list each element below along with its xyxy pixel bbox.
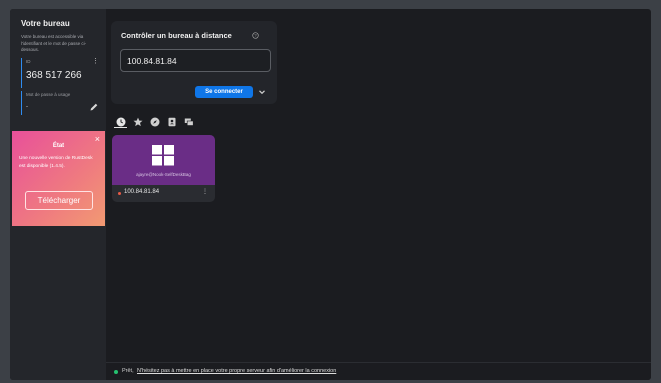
help-icon[interactable]: ? (252, 32, 259, 39)
status-text: Prêt, (122, 368, 134, 374)
notice-text: Une nouvelle version de RustDesk est dis… (19, 156, 93, 169)
recent-sessions-tab[interactable] (114, 115, 127, 128)
star-icon (133, 117, 142, 126)
compass-icon (150, 117, 159, 126)
self-host-server-link[interactable]: N'hésitez pas à mettre en place votre pr… (137, 368, 336, 374)
download-button[interactable]: Télécharger (25, 191, 93, 210)
id-value[interactable]: 368 517 266 (26, 70, 82, 81)
id-label: ID (26, 59, 31, 64)
remote-id-input[interactable] (120, 49, 271, 72)
peer-menu-button[interactable]: ⋮ (202, 188, 208, 195)
notice-title: État (52, 143, 65, 149)
rustdesk-window: Votre bureau Votre bureau est accessible… (10, 9, 651, 380)
address-book-tab[interactable] (165, 115, 178, 128)
windows-icon (152, 145, 174, 166)
peer-thumbnail[interactable]: ajayre@Nook-SelfDeskBag (112, 135, 215, 185)
remote-control-title: Contrôler un bureau à distance (121, 31, 232, 40)
update-notice: × État Une nouvelle version de RustDesk … (12, 131, 105, 226)
chevron-down-icon[interactable] (257, 87, 267, 97)
favorites-tab[interactable] (131, 115, 144, 128)
peer-username: ajayre@Nook-SelfDeskBag (136, 172, 191, 177)
password-label: Mot de passe à usage (26, 92, 71, 97)
address-book-icon (168, 117, 175, 126)
id-section: ID ⋮ 368 517 266 (21, 58, 99, 88)
sidebar-title: Votre bureau (21, 19, 70, 28)
peer-card[interactable]: ajayre@Nook-SelfDeskBag 100.84.81.84 ⋮ (112, 135, 215, 202)
password-section: Mot de passe à usage - (21, 91, 99, 115)
group-tab[interactable] (182, 115, 195, 128)
status-indicator (114, 370, 118, 374)
peer-status-dot (118, 192, 121, 195)
svg-text:?: ? (254, 33, 257, 38)
pencil-icon (90, 103, 98, 111)
sidebar: Votre bureau Votre bureau est accessible… (10, 9, 106, 380)
clock-icon (116, 117, 125, 126)
password-value: - (26, 104, 28, 110)
remote-control-card: Contrôler un bureau à distance ? Se conn… (111, 21, 277, 104)
status-bar: Prêt, N'hésitez pas à mettre en place vo… (106, 362, 651, 380)
sidebar-description: Votre bureau est accessible via l'identi… (21, 34, 87, 52)
discovered-tab[interactable] (148, 115, 161, 128)
connect-button[interactable]: Se connecter (195, 86, 253, 98)
peer-address: 100.84.81.84 (124, 189, 160, 195)
id-menu-button[interactable]: ⋮ (92, 57, 99, 65)
group-icon (184, 118, 194, 126)
edit-password-button[interactable] (89, 99, 99, 111)
